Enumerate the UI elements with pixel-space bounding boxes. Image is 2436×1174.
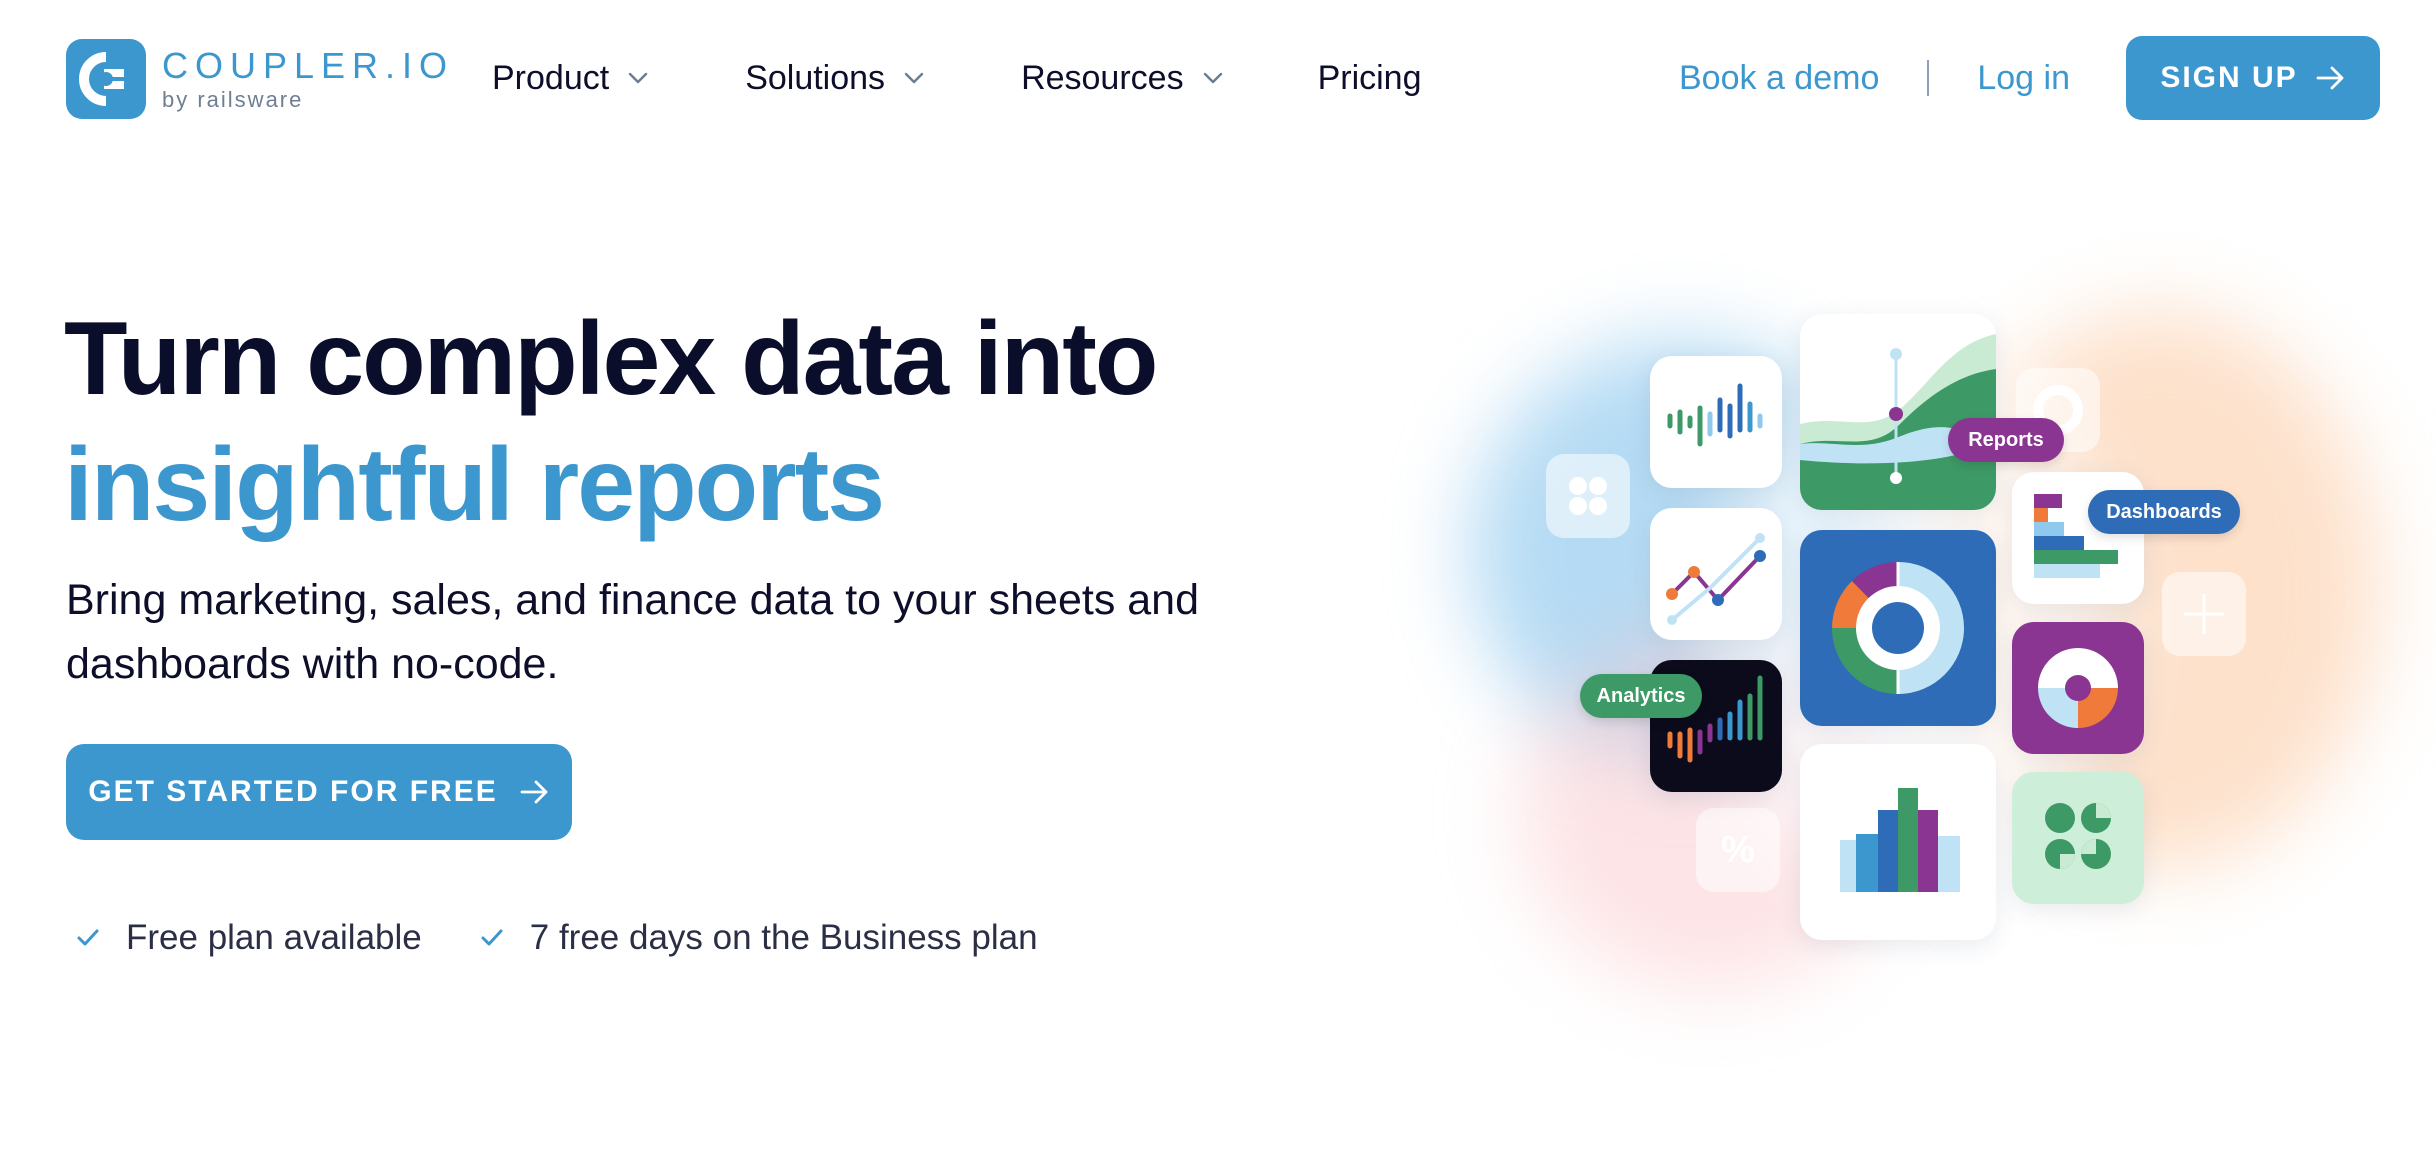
checkmark-icon <box>481 929 503 946</box>
analytics-badge: Analytics <box>1580 674 1702 718</box>
grid-dots-icon <box>1569 477 1607 515</box>
line-chart-tile <box>1650 508 1782 640</box>
arrow-right-icon <box>520 780 548 804</box>
donut-chart-icon <box>1832 562 1964 694</box>
nav-item-pricing[interactable]: Pricing <box>1318 48 1422 108</box>
quarter-circles-icon <box>2045 803 2111 869</box>
hero-subtitle: Bring marketing, sales, and finance data… <box>66 576 1200 688</box>
pie-chart-tile <box>2012 622 2144 754</box>
hero-title: Turn complex data into insightful report… <box>64 296 1158 548</box>
reports-badge: Reports <box>1948 418 2064 462</box>
book-demo-link[interactable]: Book a demo <box>1679 59 1879 98</box>
benefits-list: Free plan available 7 free days on the B… <box>76 918 1038 958</box>
benefit-label: Free plan available <box>126 918 422 957</box>
login-link[interactable]: Log in <box>1977 59 2070 98</box>
benefit-item: 7 free days on the Business plan <box>480 918 1038 958</box>
get-started-button[interactable]: GET STARTED FOR FREE <box>66 744 572 840</box>
hero-title-line1: Turn complex data into <box>64 301 1158 417</box>
chevron-down-icon <box>628 72 648 84</box>
main-nav: Product Solutions Resources Pricing <box>492 48 1422 108</box>
nav-item-label: Resources <box>1021 58 1184 97</box>
plus-icon <box>2184 594 2224 634</box>
arrow-right-icon <box>2316 66 2344 90</box>
chevron-down-icon <box>904 72 924 84</box>
hero-illustration: % Reports Dashboards Analytics <box>1440 250 2400 1010</box>
get-started-label: GET STARTED FOR FREE <box>88 775 498 808</box>
dashboards-badge: Dashboards <box>2088 490 2240 534</box>
donut-chart-tile <box>1800 530 1996 726</box>
signup-label: SIGN UP <box>2160 61 2298 94</box>
hero-title-line2: insightful reports <box>64 427 885 543</box>
logo-subtitle: by railsware <box>162 87 304 112</box>
area-chart-tile <box>1800 314 1996 510</box>
coupler-logo-icon <box>66 39 146 119</box>
pie-chart-icon <box>2038 648 2118 728</box>
dot-grid-tile <box>2012 772 2144 904</box>
nav-item-label: Pricing <box>1317 58 1422 97</box>
bar-chart-icon <box>1840 788 1960 892</box>
ghost-tile-percent: % <box>1696 808 1780 892</box>
nav-item-resources[interactable]: Resources <box>1021 48 1224 108</box>
area-chart-icon <box>1800 334 1996 510</box>
nav-item-label: Solutions <box>745 58 886 97</box>
nav-item-product[interactable]: Product <box>492 48 649 108</box>
logo[interactable]: COUPLER.IO by railsware <box>66 38 454 120</box>
site-header: COUPLER.IO by railsware Product Solution… <box>0 0 2436 156</box>
ghost-tile-plus <box>2162 572 2246 656</box>
logo-name: COUPLER.IO <box>162 45 455 86</box>
checkmark-icon <box>77 929 99 946</box>
benefit-label: 7 free days on the Business plan <box>529 918 1038 957</box>
ghost-tile-grid <box>1546 454 1630 538</box>
percent-icon: % <box>1721 828 1755 871</box>
nav-item-label: Product <box>492 58 610 97</box>
waveform-chart-tile <box>1650 356 1782 488</box>
header-divider <box>1927 60 1930 96</box>
benefit-item: Free plan available <box>76 918 422 958</box>
line-chart-icon <box>1666 533 1766 625</box>
header-actions: Book a demo Log in SIGN UP <box>1679 36 2380 120</box>
nav-item-solutions[interactable]: Solutions <box>745 48 925 108</box>
chevron-down-icon <box>1203 72 1222 84</box>
bar-chart-tile <box>1800 744 1996 940</box>
signup-button[interactable]: SIGN UP <box>2126 36 2380 120</box>
waveform-icon <box>1667 383 1763 447</box>
